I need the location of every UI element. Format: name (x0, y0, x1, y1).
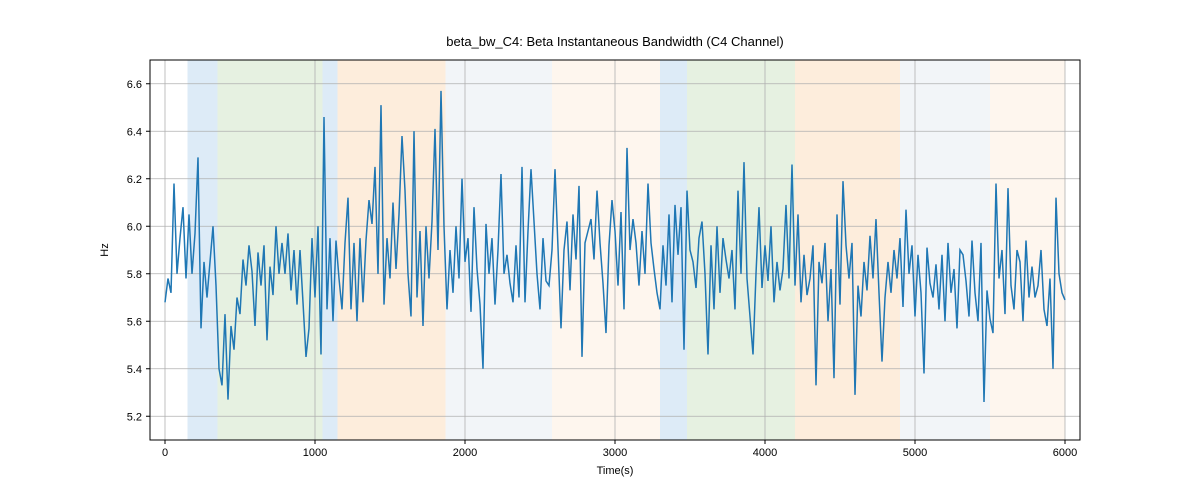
y-axis-label: Hz (99, 243, 111, 256)
x-tick-label: 2000 (453, 447, 477, 459)
x-tick-label: 3000 (603, 447, 627, 459)
x-tick-label: 6000 (1053, 447, 1077, 459)
x-tick-label: 1000 (303, 447, 327, 459)
y-tick-label: 5.2 (127, 411, 142, 423)
line-chart: 0 1000 2000 3000 4000 5000 6000 5.2 5.4 5.6 5.8 6.0… (0, 0, 1200, 500)
chart-container: 0 1000 2000 3000 4000 5000 6000 5.2 5.4 5.6 5.8 6.0… (0, 0, 1200, 500)
phase-band (795, 60, 900, 440)
x-tick-label: 4000 (753, 447, 777, 459)
phase-band (188, 60, 218, 440)
y-tick-label: 5.4 (127, 364, 142, 376)
y-tick-label: 6.4 (127, 126, 142, 138)
y-tick-label: 5.6 (127, 316, 142, 328)
y-tick-label: 6.2 (127, 174, 142, 186)
x-tick-label: 0 (162, 447, 168, 459)
phase-band (218, 60, 323, 440)
y-tick-label: 6.6 (127, 79, 142, 91)
x-tick-label: 5000 (903, 447, 927, 459)
y-tick-label: 6.0 (127, 221, 142, 233)
phase-band (900, 60, 990, 440)
x-axis-label: Time(s) (597, 465, 634, 477)
chart-title: beta_bw_C4: Beta Instantaneous Bandwidth… (446, 34, 784, 49)
y-tick-label: 5.8 (127, 269, 142, 281)
